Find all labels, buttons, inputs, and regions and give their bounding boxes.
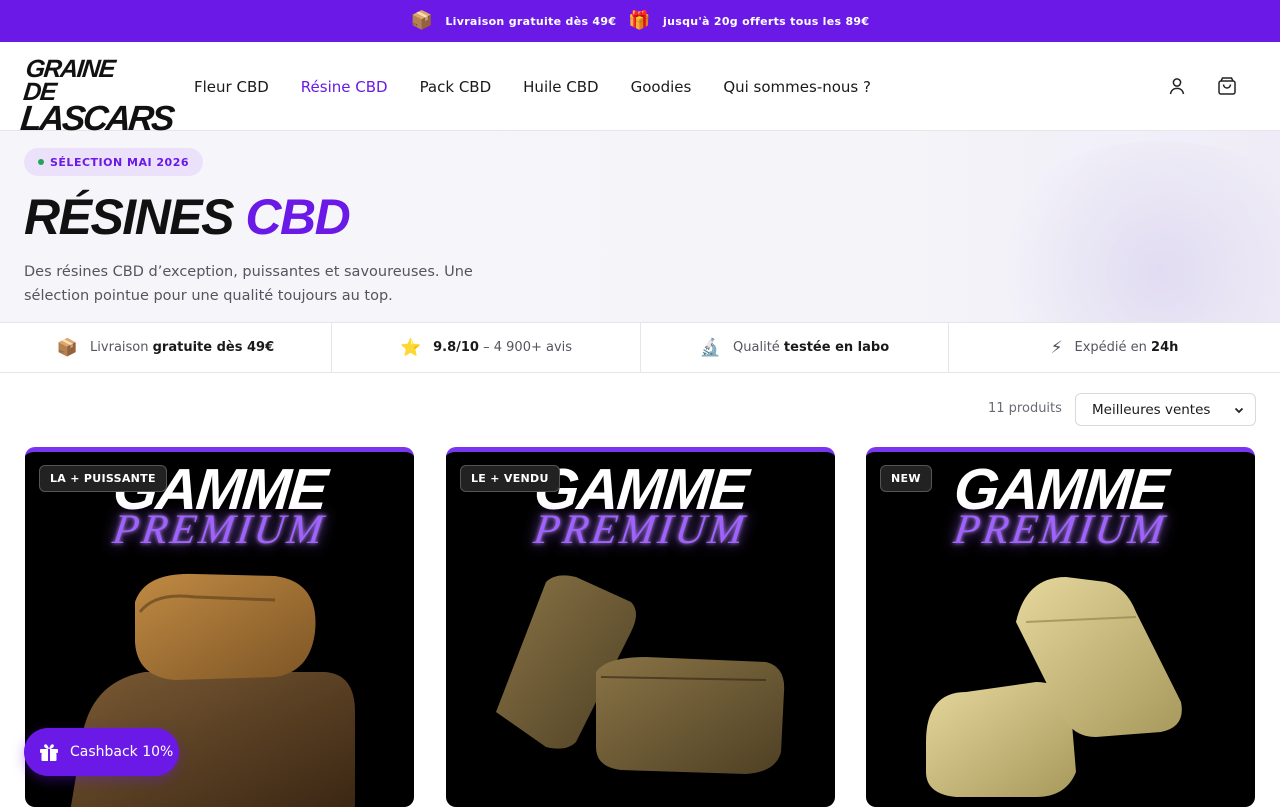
chevron-down-icon xyxy=(1234,407,1244,413)
product-tier-line: PREMIUM xyxy=(110,507,329,553)
feature-rating-text: 9.8/10 – 4 900+ avis xyxy=(433,340,573,355)
product-tier-line: PREMIUM xyxy=(951,507,1170,553)
page-title-word-1: RÉSINES xyxy=(24,189,235,245)
nav-fleur-cbd[interactable]: Fleur CBD xyxy=(194,78,269,96)
gift-icon: 🎁 xyxy=(628,10,652,31)
account-button[interactable] xyxy=(1165,74,1189,98)
gift-icon xyxy=(40,744,58,761)
cart-button[interactable] xyxy=(1215,74,1239,98)
product-badge: NEW xyxy=(880,465,932,492)
cashback-button[interactable]: Cashback 10% xyxy=(24,728,179,776)
nav-qui-sommes-nous[interactable]: Qui sommes-nous ? xyxy=(723,78,871,96)
announcement-text-gift: jusqu'à 20g offerts tous les 89€ xyxy=(663,14,870,28)
sort-select-value: Meilleures ventes xyxy=(1092,401,1211,418)
logo-line-1: GRAINE DE xyxy=(22,55,116,106)
feature-lab-tested: 🔬 Qualité testée en labo xyxy=(641,323,949,372)
feature-lab-text: Qualité testée en labo xyxy=(733,340,890,355)
star-icon: ⭐ xyxy=(399,337,422,358)
announcement-text-shipping: Livraison gratuite dès 49€ xyxy=(445,14,617,28)
feature-speed-text: Expédié en 24h xyxy=(1074,340,1179,355)
microscope-icon: 🔬 xyxy=(699,337,722,358)
features-strip: 📦 Livraison gratuite dès 49€ ⭐ 9.8/10 – … xyxy=(0,322,1280,373)
cashback-label: Cashback 10% xyxy=(70,744,174,760)
product-badge: LA + PUISSANTE xyxy=(39,465,167,492)
selection-pill-label: SÉLECTION MAI 2026 xyxy=(50,155,190,169)
main-nav: Fleur CBD Résine CBD Pack CBD Huile CBD … xyxy=(194,42,871,131)
nav-resine-cbd[interactable]: Résine CBD xyxy=(301,78,388,96)
nav-goodies[interactable]: Goodies xyxy=(631,78,692,96)
status-dot xyxy=(38,159,44,165)
lightning-icon: ⚡ xyxy=(1050,337,1063,358)
hero-decoration xyxy=(980,141,1280,323)
sort-select[interactable]: Meilleures ventes xyxy=(1075,393,1256,426)
selection-pill: SÉLECTION MAI 2026 xyxy=(24,148,204,176)
hero-section: SÉLECTION MAI 2026 RÉSINES CBD Des résin… xyxy=(0,131,1280,323)
nav-huile-cbd[interactable]: Huile CBD xyxy=(523,78,598,96)
product-card[interactable]: GAMME PREMIUM LE + VENDU xyxy=(446,447,835,807)
logo[interactable]: GRAINE DE LASCARS xyxy=(19,55,175,138)
shopping-bag-icon xyxy=(1218,77,1236,95)
feature-rating: ⭐ 9.8/10 – 4 900+ avis xyxy=(332,323,641,372)
product-image xyxy=(496,575,785,774)
announcement-bar: 📦 Livraison gratuite dès 49€ 🎁 jusqu'à 2… xyxy=(0,0,1280,42)
nav-pack-cbd[interactable]: Pack CBD xyxy=(420,78,492,96)
product-image xyxy=(926,577,1182,797)
page-title: RÉSINES CBD xyxy=(24,185,351,249)
package-icon: 📦 xyxy=(410,10,434,31)
user-icon xyxy=(1169,78,1185,95)
product-count: 11 produits xyxy=(988,401,1062,416)
feature-shipping-text: Livraison gratuite dès 49€ xyxy=(90,340,275,355)
feature-shipping: 📦 Livraison gratuite dès 49€ xyxy=(0,323,332,372)
feature-shipping-speed: ⚡ Expédié en 24h xyxy=(949,323,1280,372)
product-badge: LE + VENDU xyxy=(460,465,560,492)
product-tier-line: PREMIUM xyxy=(531,507,750,553)
page-description: Des résines CBD d’exception, puissantes … xyxy=(24,264,473,304)
site-header: GRAINE DE LASCARS Fleur CBD Résine CBD P… xyxy=(0,42,1280,138)
package-icon: 📦 xyxy=(56,337,79,358)
product-card[interactable]: GAMME PREMIUM NEW xyxy=(866,447,1255,807)
logo-line-2: LASCARS xyxy=(18,99,175,138)
page-title-word-2: CBD xyxy=(245,189,350,245)
